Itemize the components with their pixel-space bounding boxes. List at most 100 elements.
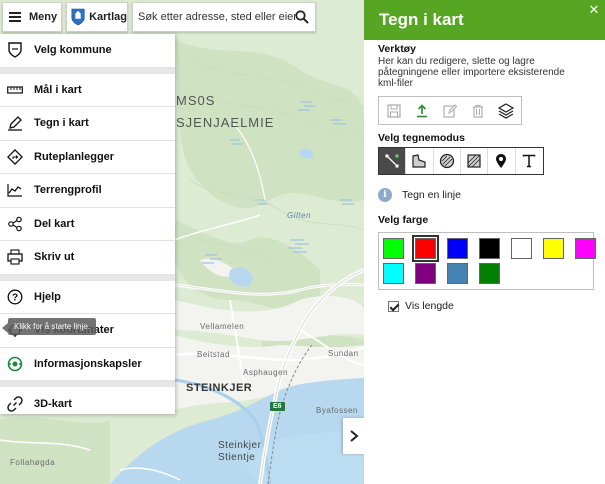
text-mode-icon xyxy=(523,154,536,168)
polygon-mode-button[interactable] xyxy=(406,148,434,174)
map-place-label: MS0S xyxy=(176,93,216,108)
edit-button[interactable] xyxy=(437,99,463,122)
menu-item-label: Del kart xyxy=(34,217,75,230)
hamburger-icon xyxy=(9,12,21,22)
search-icon xyxy=(295,10,309,24)
search-input[interactable] xyxy=(138,11,296,23)
map-place-label: Beitstad xyxy=(197,350,230,359)
text-mode-button[interactable] xyxy=(516,148,543,174)
delete-button[interactable] xyxy=(465,99,491,122)
menu-item-velg-kommune[interactable]: Velg kommune xyxy=(0,34,175,68)
color-swatch[interactable] xyxy=(511,238,532,259)
link-icon xyxy=(6,395,24,413)
save-button[interactable] xyxy=(381,99,407,122)
show-length-option[interactable]: Vis lengde xyxy=(388,300,591,312)
circle-mode-icon xyxy=(439,153,454,169)
menu-button[interactable]: Meny xyxy=(2,2,62,32)
menu-item-label: Velg kommune xyxy=(34,44,112,57)
menu-item-informasjonskapsler[interactable]: Informasjonskapsler xyxy=(0,348,175,381)
color-swatch[interactable] xyxy=(383,263,404,284)
layers-toggle-button[interactable] xyxy=(493,99,519,122)
terrain-profile-icon xyxy=(6,181,24,199)
menu-item-tegn-i-kart[interactable]: Tegn i kart xyxy=(0,107,175,141)
menu-item-mal-i-kart[interactable]: Mål i kart xyxy=(0,74,175,107)
layers-button-label: Kartlag xyxy=(89,11,127,23)
menu-item-ruteplanlegger[interactable]: Ruteplanlegger xyxy=(0,141,175,174)
color-swatch[interactable] xyxy=(383,238,404,259)
draw-mode-info-text: Tegn en linje xyxy=(402,189,461,201)
search-button[interactable] xyxy=(289,3,315,31)
menu-item-del-kart[interactable]: Del kart xyxy=(0,208,175,241)
color-title: Velg farge xyxy=(378,214,429,226)
draw-mode-title: Velg tegnemodus xyxy=(378,132,465,144)
layers-icon xyxy=(498,102,514,119)
panel-title: Tegn i kart xyxy=(379,10,464,29)
menu-item-hjelp[interactable]: ? Hjelp xyxy=(0,281,175,314)
svg-text:?: ? xyxy=(12,292,18,303)
map-place-label: Steinkjer Stientje xyxy=(218,440,262,463)
tools-description: Her kan du redigere, slette og lagre påt… xyxy=(378,56,565,89)
menu-item-label: Hjelp xyxy=(34,290,61,303)
map-place-label: Gilten xyxy=(287,211,311,220)
menu-item-label: Terrengprofil xyxy=(34,184,102,197)
color-swatch[interactable] xyxy=(575,238,596,259)
tool-row xyxy=(378,96,522,125)
line-mode-button[interactable] xyxy=(379,148,407,174)
draw-mode-info: i Tegn en linje xyxy=(378,188,591,202)
upload-button[interactable] xyxy=(409,99,435,122)
printer-icon xyxy=(6,248,24,266)
upload-icon xyxy=(417,103,427,117)
color-swatch[interactable] xyxy=(415,263,436,284)
menu-item-label: 3D-kart xyxy=(34,397,72,410)
circle-mode-button[interactable] xyxy=(434,148,461,174)
color-swatch[interactable] xyxy=(412,235,439,262)
save-icon xyxy=(387,103,401,118)
color-swatch[interactable] xyxy=(479,238,500,259)
menu-item-label: Informasjonskapsler xyxy=(34,357,142,370)
draw-hint-tooltip: Klikk for å starte linje. xyxy=(1,318,97,335)
menu-item-skriv-ut[interactable]: Skriv ut xyxy=(0,241,175,275)
map-place-label: STEINKJER xyxy=(186,382,253,394)
menu-item-3d-kart[interactable]: 3D-kart xyxy=(0,387,175,421)
color-swatch[interactable] xyxy=(543,238,564,259)
route-shield: E6 xyxy=(270,402,285,411)
cookie-icon xyxy=(6,355,24,373)
share-icon xyxy=(6,215,24,233)
polygon-mode-icon xyxy=(412,154,427,168)
menu-item-label: Skriv ut xyxy=(34,251,75,264)
info-icon: i xyxy=(378,188,392,202)
trash-icon xyxy=(473,104,483,118)
close-icon[interactable]: ✕ xyxy=(587,3,601,17)
ruler-icon xyxy=(6,81,24,99)
top-toolbar: Meny Kartlag xyxy=(0,0,320,34)
map-place-label: Follahøgda xyxy=(10,458,56,467)
menu-button-label: Meny xyxy=(29,11,58,23)
panel-body: Verktøy Her kan du redigere, slette og l… xyxy=(364,40,605,312)
menu-item-terrengprofil[interactable]: Terrengprofil xyxy=(0,174,175,208)
color-swatch[interactable] xyxy=(447,238,468,259)
draw-mode-row xyxy=(378,147,544,175)
menu-item-label: Tegn i kart xyxy=(34,117,89,130)
panel-collapse-button[interactable] xyxy=(343,418,365,454)
layers-button[interactable]: Kartlag xyxy=(66,2,128,32)
route-sign-icon xyxy=(6,148,24,166)
map-place-label: Asphaugen xyxy=(243,368,288,377)
panel-header: Tegn i kart ✕ xyxy=(364,0,605,40)
search-box xyxy=(132,2,316,32)
pencil-icon xyxy=(6,114,24,132)
map-place-label: Byafossen xyxy=(316,406,358,415)
menu-item-label: Mål i kart xyxy=(34,83,82,96)
rectangle-mode-button[interactable] xyxy=(461,148,489,174)
marker-mode-button[interactable] xyxy=(488,148,516,174)
main-menu: Velg kommune Mål i kart Tegn i kart Rute… xyxy=(0,34,175,414)
color-swatch[interactable] xyxy=(447,263,468,284)
color-swatch[interactable] xyxy=(479,263,500,284)
municipality-crest-icon xyxy=(71,8,85,26)
edit-icon xyxy=(443,103,457,118)
map-place-label: Sundan xyxy=(328,349,359,358)
show-length-label: Vis lengde xyxy=(405,300,454,312)
help-icon: ? xyxy=(6,288,24,306)
map-place-label: SJENJAELMIE xyxy=(176,115,275,130)
show-length-checkbox[interactable] xyxy=(388,300,399,312)
tools-title: Verktøy xyxy=(378,43,416,55)
